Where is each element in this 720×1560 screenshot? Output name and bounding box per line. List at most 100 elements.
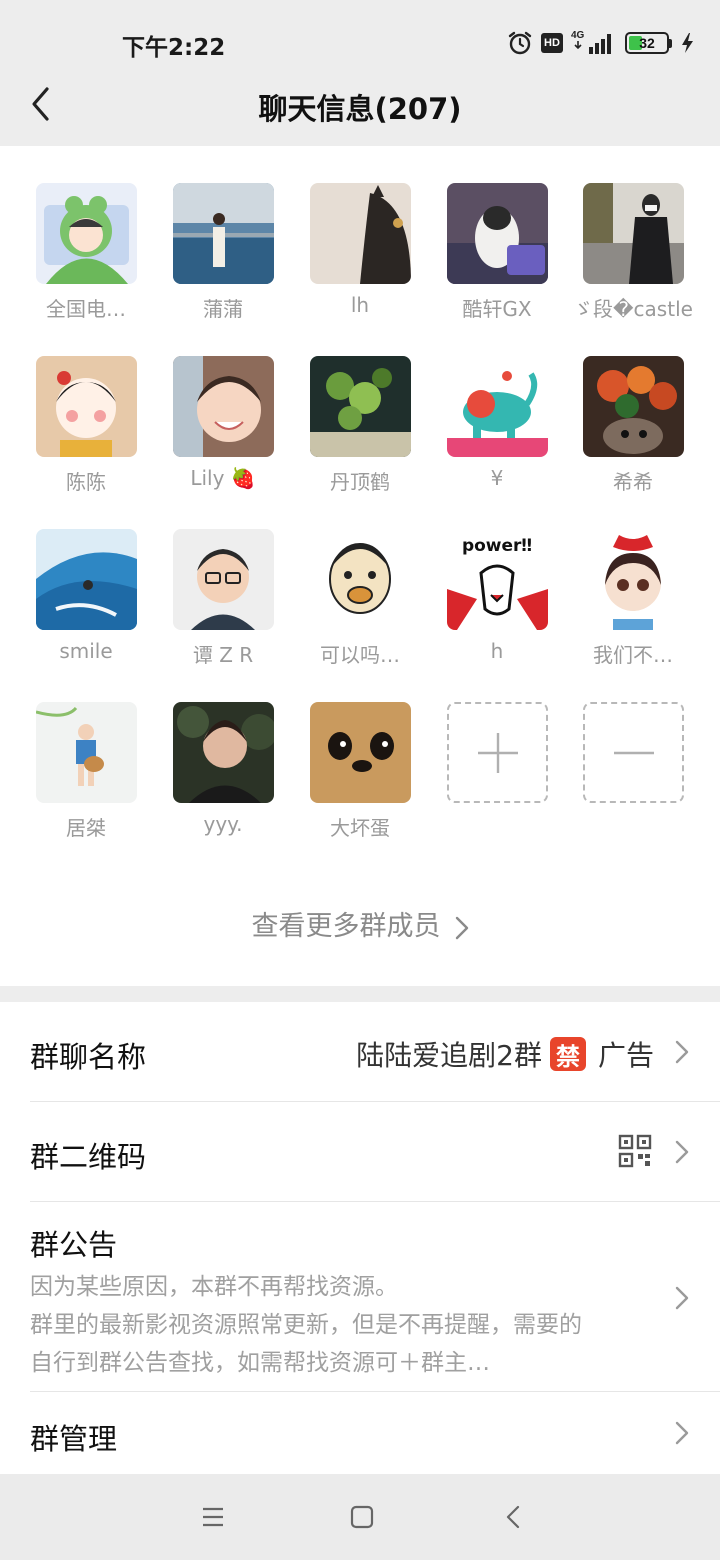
remove-member-button[interactable] bbox=[573, 702, 693, 862]
member-avatar bbox=[310, 183, 411, 284]
member-item[interactable]: ゞ段�castle bbox=[573, 183, 693, 343]
member-avatar bbox=[36, 529, 137, 630]
member-item[interactable]: lh bbox=[300, 183, 420, 343]
chevron-right-icon bbox=[675, 1040, 689, 1064]
member-item[interactable]: 蒲蒲 bbox=[163, 183, 283, 343]
member-name: 可以吗… bbox=[320, 643, 400, 667]
status-time: 下午2:22 bbox=[122, 35, 226, 61]
member-avatar bbox=[583, 529, 684, 630]
member-item[interactable]: 大坏蛋 bbox=[300, 702, 420, 862]
member-avatar bbox=[583, 183, 684, 284]
plus-icon bbox=[477, 732, 518, 773]
nav-bar: 聊天信息(207) bbox=[0, 70, 720, 146]
menu-icon bbox=[203, 1507, 223, 1527]
member-item[interactable]: yyy. bbox=[163, 702, 283, 862]
add-member-button[interactable] bbox=[437, 702, 557, 862]
member-name: 蒲蒲 bbox=[203, 297, 243, 321]
member-name: 丹顶鹤 bbox=[330, 470, 390, 494]
member-avatar bbox=[310, 529, 411, 630]
member-item[interactable]: 全国电… bbox=[26, 183, 146, 343]
member-item[interactable]: 希希 bbox=[573, 356, 693, 516]
add-member-box[interactable] bbox=[447, 702, 548, 803]
chevron-right-icon bbox=[675, 1421, 689, 1445]
member-avatar bbox=[173, 356, 274, 457]
alarm-icon bbox=[508, 31, 532, 55]
member-avatar bbox=[173, 529, 274, 630]
member-avatar bbox=[310, 702, 411, 803]
group-name-text: 陆陆爱追剧2群 bbox=[356, 1039, 542, 1072]
member-avatar bbox=[173, 183, 274, 284]
chevron-right-icon bbox=[455, 916, 468, 939]
group-name-suffix: 广告 bbox=[597, 1039, 654, 1072]
more-members-label: 查看更多群成员 bbox=[251, 911, 441, 942]
notice-text: 因为某些原因，本群不再帮找资源。 群里的最新影视资源照常更新，但是不再提醒，需要… bbox=[30, 1268, 630, 1382]
member-item[interactable]: 谭 Z R bbox=[163, 529, 283, 689]
manage-label: 群管理 bbox=[30, 1422, 118, 1456]
more-members-link[interactable]: 查看更多群成员 bbox=[0, 904, 720, 943]
group-name-label: 群聊名称 bbox=[30, 1040, 147, 1074]
member-name: 全国电… bbox=[46, 297, 126, 321]
svg-text:power‼: power‼ bbox=[462, 536, 532, 556]
member-item[interactable]: 丹顶鹤 bbox=[300, 356, 420, 516]
member-item[interactable]: Lily 🍓 bbox=[163, 356, 283, 516]
battery-level: 32 bbox=[639, 35, 655, 51]
remove-member-box[interactable] bbox=[583, 702, 684, 803]
manage-row[interactable]: 群管理 bbox=[30, 1392, 720, 1474]
group-name-row[interactable]: 群聊名称 陆陆爱追剧2群 禁 广告 bbox=[30, 1002, 720, 1102]
notice-label: 群公告 bbox=[30, 1228, 118, 1262]
member-avatar bbox=[583, 356, 684, 457]
minus-icon bbox=[613, 751, 654, 754]
system-back-button[interactable] bbox=[498, 1502, 528, 1532]
notice-line: 自行到群公告查找，如需帮找资源可＋群主… bbox=[30, 1350, 490, 1376]
qrcode-icon bbox=[618, 1134, 652, 1168]
notice-line: 因为某些原因，本群不再帮找资源。 bbox=[30, 1274, 398, 1300]
group-name-value: 陆陆爱追剧2群 禁 广告 bbox=[356, 1034, 654, 1074]
member-name: ゞ段�castle bbox=[573, 297, 693, 321]
member-name: h bbox=[490, 639, 504, 663]
status-icons: HD 4G 32 bbox=[507, 28, 694, 58]
member-name: 居桀 bbox=[66, 816, 106, 840]
member-item[interactable]: smile bbox=[26, 529, 146, 689]
member-name: 陈陈 bbox=[66, 470, 106, 494]
member-item[interactable]: 我们不… bbox=[573, 529, 693, 689]
member-name: 酷轩GX bbox=[462, 297, 532, 321]
member-item[interactable]: 酷轩GX bbox=[437, 183, 557, 343]
home-button[interactable] bbox=[347, 1502, 377, 1532]
battery-icon: 32 bbox=[625, 32, 672, 54]
member-avatar: power‼ bbox=[447, 529, 548, 630]
back-triangle-icon bbox=[506, 1505, 520, 1529]
member-item[interactable]: 陈陈 bbox=[26, 356, 146, 516]
member-item[interactable]: 可以吗… bbox=[300, 529, 420, 689]
member-name: 希希 bbox=[613, 470, 653, 494]
page-title: 聊天信息(207) bbox=[258, 92, 462, 126]
members-grid: 全国电… 蒲蒲 lh 酷轩GX ゞ段�castle 陈陈 Lily 🍓 丹顶鹤 … bbox=[0, 146, 720, 986]
menu-button[interactable] bbox=[198, 1502, 228, 1532]
ban-badge: 禁 bbox=[549, 1037, 586, 1071]
member-name: ¥ bbox=[490, 466, 504, 490]
settings-list: 群聊名称 陆陆爱追剧2群 禁 广告 群二维码 群公告 因为某些原因，本群不再帮找… bbox=[0, 1002, 720, 1474]
member-name: 我们不… bbox=[593, 643, 673, 667]
member-name: smile bbox=[59, 639, 113, 663]
qrcode-row[interactable]: 群二维码 bbox=[30, 1102, 720, 1202]
member-name: 谭 Z R bbox=[192, 643, 254, 667]
member-name: Lily 🍓 bbox=[190, 466, 256, 490]
qrcode-label: 群二维码 bbox=[30, 1140, 147, 1174]
member-avatar bbox=[36, 356, 137, 457]
signal-icon: 4G bbox=[571, 30, 617, 56]
member-item[interactable]: power‼ h bbox=[437, 529, 557, 689]
notice-row[interactable]: 群公告 因为某些原因，本群不再帮找资源。 群里的最新影视资源照常更新，但是不再提… bbox=[30, 1202, 720, 1392]
member-name: yyy. bbox=[203, 812, 243, 836]
member-item[interactable]: 居桀 bbox=[26, 702, 146, 862]
member-avatar bbox=[447, 356, 548, 457]
member-name: lh bbox=[350, 293, 370, 317]
chevron-right-icon bbox=[675, 1140, 689, 1164]
member-item[interactable]: ¥ bbox=[437, 356, 557, 516]
member-avatar bbox=[173, 702, 274, 803]
member-name: 大坏蛋 bbox=[330, 816, 390, 840]
home-icon bbox=[350, 1505, 374, 1529]
member-avatar bbox=[36, 702, 137, 803]
member-avatar bbox=[36, 183, 137, 284]
system-nav-bar bbox=[0, 1474, 720, 1560]
chevron-right-icon bbox=[675, 1286, 689, 1310]
hd-icon: HD bbox=[541, 33, 563, 53]
